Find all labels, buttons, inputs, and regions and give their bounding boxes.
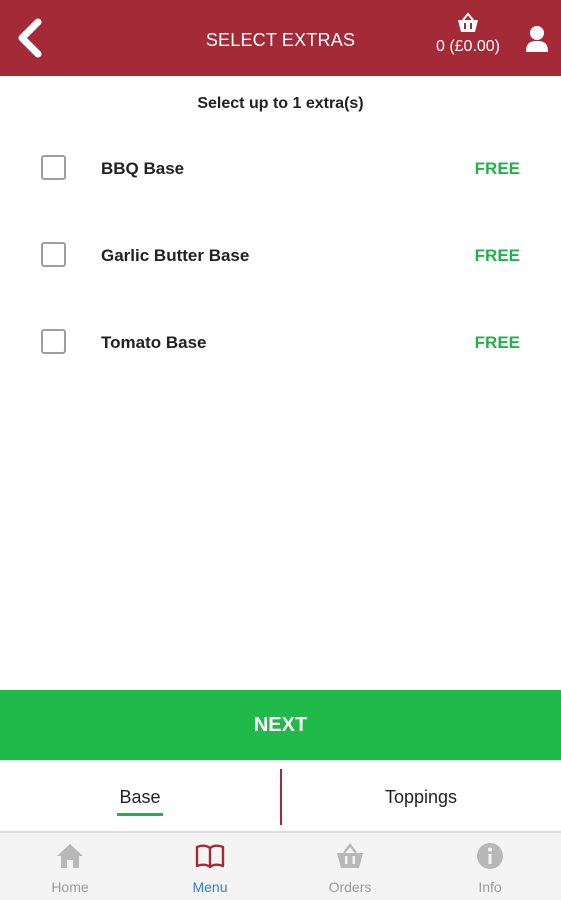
- tab-label: Base: [117, 786, 163, 816]
- nav-label: Menu: [192, 879, 228, 895]
- bottom-navigation: Home Menu Orders Info: [0, 832, 561, 900]
- extras-list: BBQ Base FREE Garlic Butter Base FREE To…: [0, 125, 561, 386]
- nav-label: Home: [51, 879, 89, 895]
- extra-option-garlic-butter-base[interactable]: Garlic Butter Base FREE: [0, 212, 561, 299]
- nav-label: Orders: [328, 879, 372, 895]
- next-button[interactable]: NEXT: [0, 690, 561, 760]
- extra-price: FREE: [474, 159, 520, 178]
- nav-item-orders[interactable]: Orders: [280, 833, 420, 900]
- app-bar: SELECT EXTRAS 0 (£0.00): [0, 0, 561, 76]
- extra-price: FREE: [474, 333, 520, 352]
- tab-toppings[interactable]: Toppings: [281, 761, 561, 833]
- tab-base[interactable]: Base: [0, 761, 280, 833]
- nav-label: Info: [478, 879, 502, 895]
- checkbox[interactable]: [41, 155, 66, 180]
- extra-name: BBQ Base: [101, 159, 185, 178]
- extra-option-tomato-base[interactable]: Tomato Base FREE: [0, 299, 561, 386]
- checkbox[interactable]: [41, 242, 66, 267]
- basket-summary: 0 (£0.00): [435, 38, 501, 55]
- basket-icon: [337, 843, 363, 868]
- step-tabs: Base Toppings: [0, 760, 561, 832]
- checkbox[interactable]: [41, 329, 66, 354]
- book-icon: [195, 844, 225, 869]
- extra-name: Garlic Butter Base: [101, 246, 250, 265]
- home-icon: [57, 844, 83, 868]
- account-button[interactable]: [522, 24, 552, 54]
- extra-option-bbq-base[interactable]: BBQ Base FREE: [0, 125, 561, 212]
- basket-button[interactable]: 0 (£0.00): [430, 12, 506, 62]
- person-icon: [526, 26, 548, 52]
- nav-item-menu[interactable]: Menu: [140, 833, 280, 900]
- nav-item-home[interactable]: Home: [0, 833, 140, 900]
- basket-icon: [458, 12, 478, 32]
- extra-name: Tomato Base: [101, 333, 207, 352]
- extra-price: FREE: [474, 246, 520, 265]
- nav-item-info[interactable]: Info: [420, 833, 560, 900]
- selection-limit-text: Select up to 1 extra(s): [197, 95, 364, 112]
- tab-label: Toppings: [384, 786, 458, 807]
- info-icon: [477, 843, 503, 869]
